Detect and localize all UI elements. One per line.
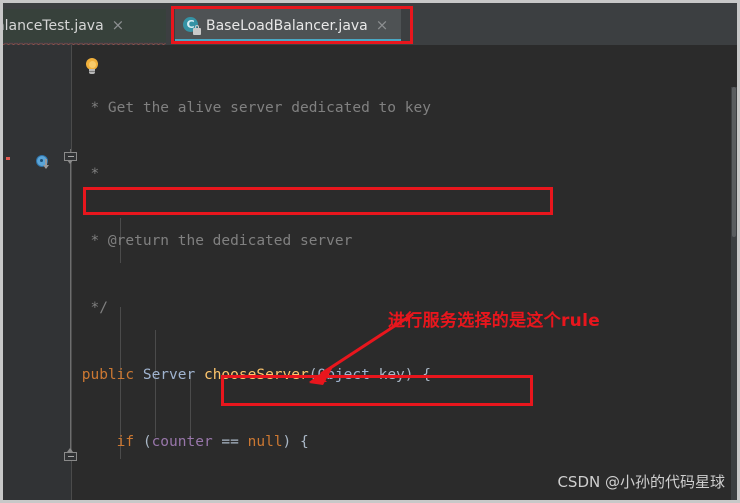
code-editor-area[interactable]: * Get the alive server dedicated to key …	[3, 45, 737, 500]
code-line: public Server chooseServer(Object key) {	[73, 367, 431, 384]
implementing-method-icon[interactable]	[36, 155, 51, 171]
fold-region-line	[70, 149, 71, 460]
error-stripe-mark	[6, 157, 10, 160]
code-line: if (counter == null) {	[73, 434, 309, 451]
scrollbar-thumb[interactable]	[732, 87, 736, 237]
code-line: * Get the alive server dedicated to key	[73, 99, 431, 116]
gutter-separator	[71, 45, 72, 500]
watermark-text: CSDN @小孙的代码星球	[557, 473, 725, 491]
editor-scrollbar[interactable]	[731, 87, 737, 500]
editor-gutter-markers[interactable]	[3, 45, 28, 500]
editor-gutter-folding[interactable]	[28, 45, 71, 500]
editor-window: adBalanceTest.java × C BaseLoadBalancer.…	[0, 0, 740, 503]
intention-bulb-icon[interactable]	[85, 58, 99, 75]
tab-label: adBalanceTest.java	[3, 17, 104, 34]
code-line: * @return the dedicated server	[73, 233, 353, 250]
active-tab-highlight-box	[171, 6, 413, 44]
code-line: *	[73, 166, 100, 183]
code-content[interactable]: * Get the alive server dedicated to key …	[73, 45, 737, 500]
tab-loadbalancetest[interactable]: adBalanceTest.java ×	[3, 9, 166, 47]
fold-collapse-icon[interactable]	[64, 149, 79, 164]
code-line: counter = createCounter();	[73, 498, 737, 500]
tab-close-icon[interactable]: ×	[112, 18, 125, 33]
fold-collapse-icon[interactable]	[64, 448, 79, 464]
annotation-note-text: 进行服务选择的是这个rule	[388, 311, 601, 331]
